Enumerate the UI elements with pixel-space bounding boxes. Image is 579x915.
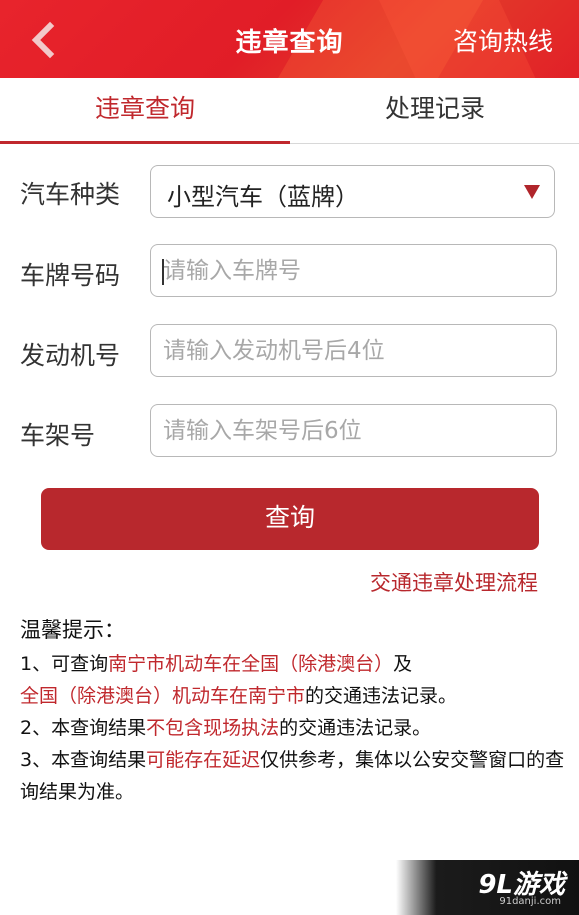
watermark-url: 91danji.com	[499, 896, 561, 907]
engine-field	[150, 324, 557, 377]
query-button[interactable]: 查询	[41, 488, 539, 550]
engine-input[interactable]	[151, 325, 556, 376]
plate-label: 车牌号码	[20, 261, 121, 290]
frame-input[interactable]	[151, 405, 556, 456]
chevron-left-icon	[31, 21, 55, 59]
tip-line-2: 2、本查询结果不包含现场执法的交通违法记录。	[20, 717, 432, 739]
frame-field	[150, 404, 557, 457]
tips-section: 温馨提示： 1、可查询南宁市机动车在全国（除港澳台）及 全国（除港澳台）机动车在…	[20, 614, 565, 808]
tips-title: 温馨提示：	[20, 618, 125, 642]
watermark: 9L游戏 91danji.com	[396, 860, 579, 915]
dropdown-arrow-icon	[524, 185, 540, 199]
tip-line-1: 1、可查询南宁市机动车在全国（除港澳台）及 全国（除港澳台）机动车在南宁市的交通…	[20, 653, 458, 707]
hotline-button[interactable]: 咨询热线	[453, 22, 553, 58]
tab-bar: 违章查询 处理记录	[0, 78, 579, 144]
app-header: 违章查询 咨询热线	[0, 0, 579, 78]
plate-input[interactable]	[151, 245, 556, 296]
violation-process-link[interactable]: 交通违章处理流程	[370, 567, 538, 597]
car-type-value: 小型汽车（蓝牌）	[167, 183, 359, 211]
tab-handling-records[interactable]: 处理记录	[290, 78, 579, 144]
car-type-label: 汽车种类	[20, 180, 121, 209]
engine-label: 发动机号	[20, 341, 121, 370]
back-button[interactable]	[26, 20, 62, 60]
frame-label: 车架号	[20, 421, 96, 450]
text-cursor	[162, 259, 164, 285]
car-type-select[interactable]: 小型汽车（蓝牌）	[150, 165, 555, 218]
tip-line-3: 3、本查询结果可能存在延迟仅供参考，集体以公安交警窗口的查询结果为准。	[20, 749, 565, 803]
plate-field	[150, 244, 557, 297]
tab-violation-query[interactable]: 违章查询	[0, 78, 290, 144]
